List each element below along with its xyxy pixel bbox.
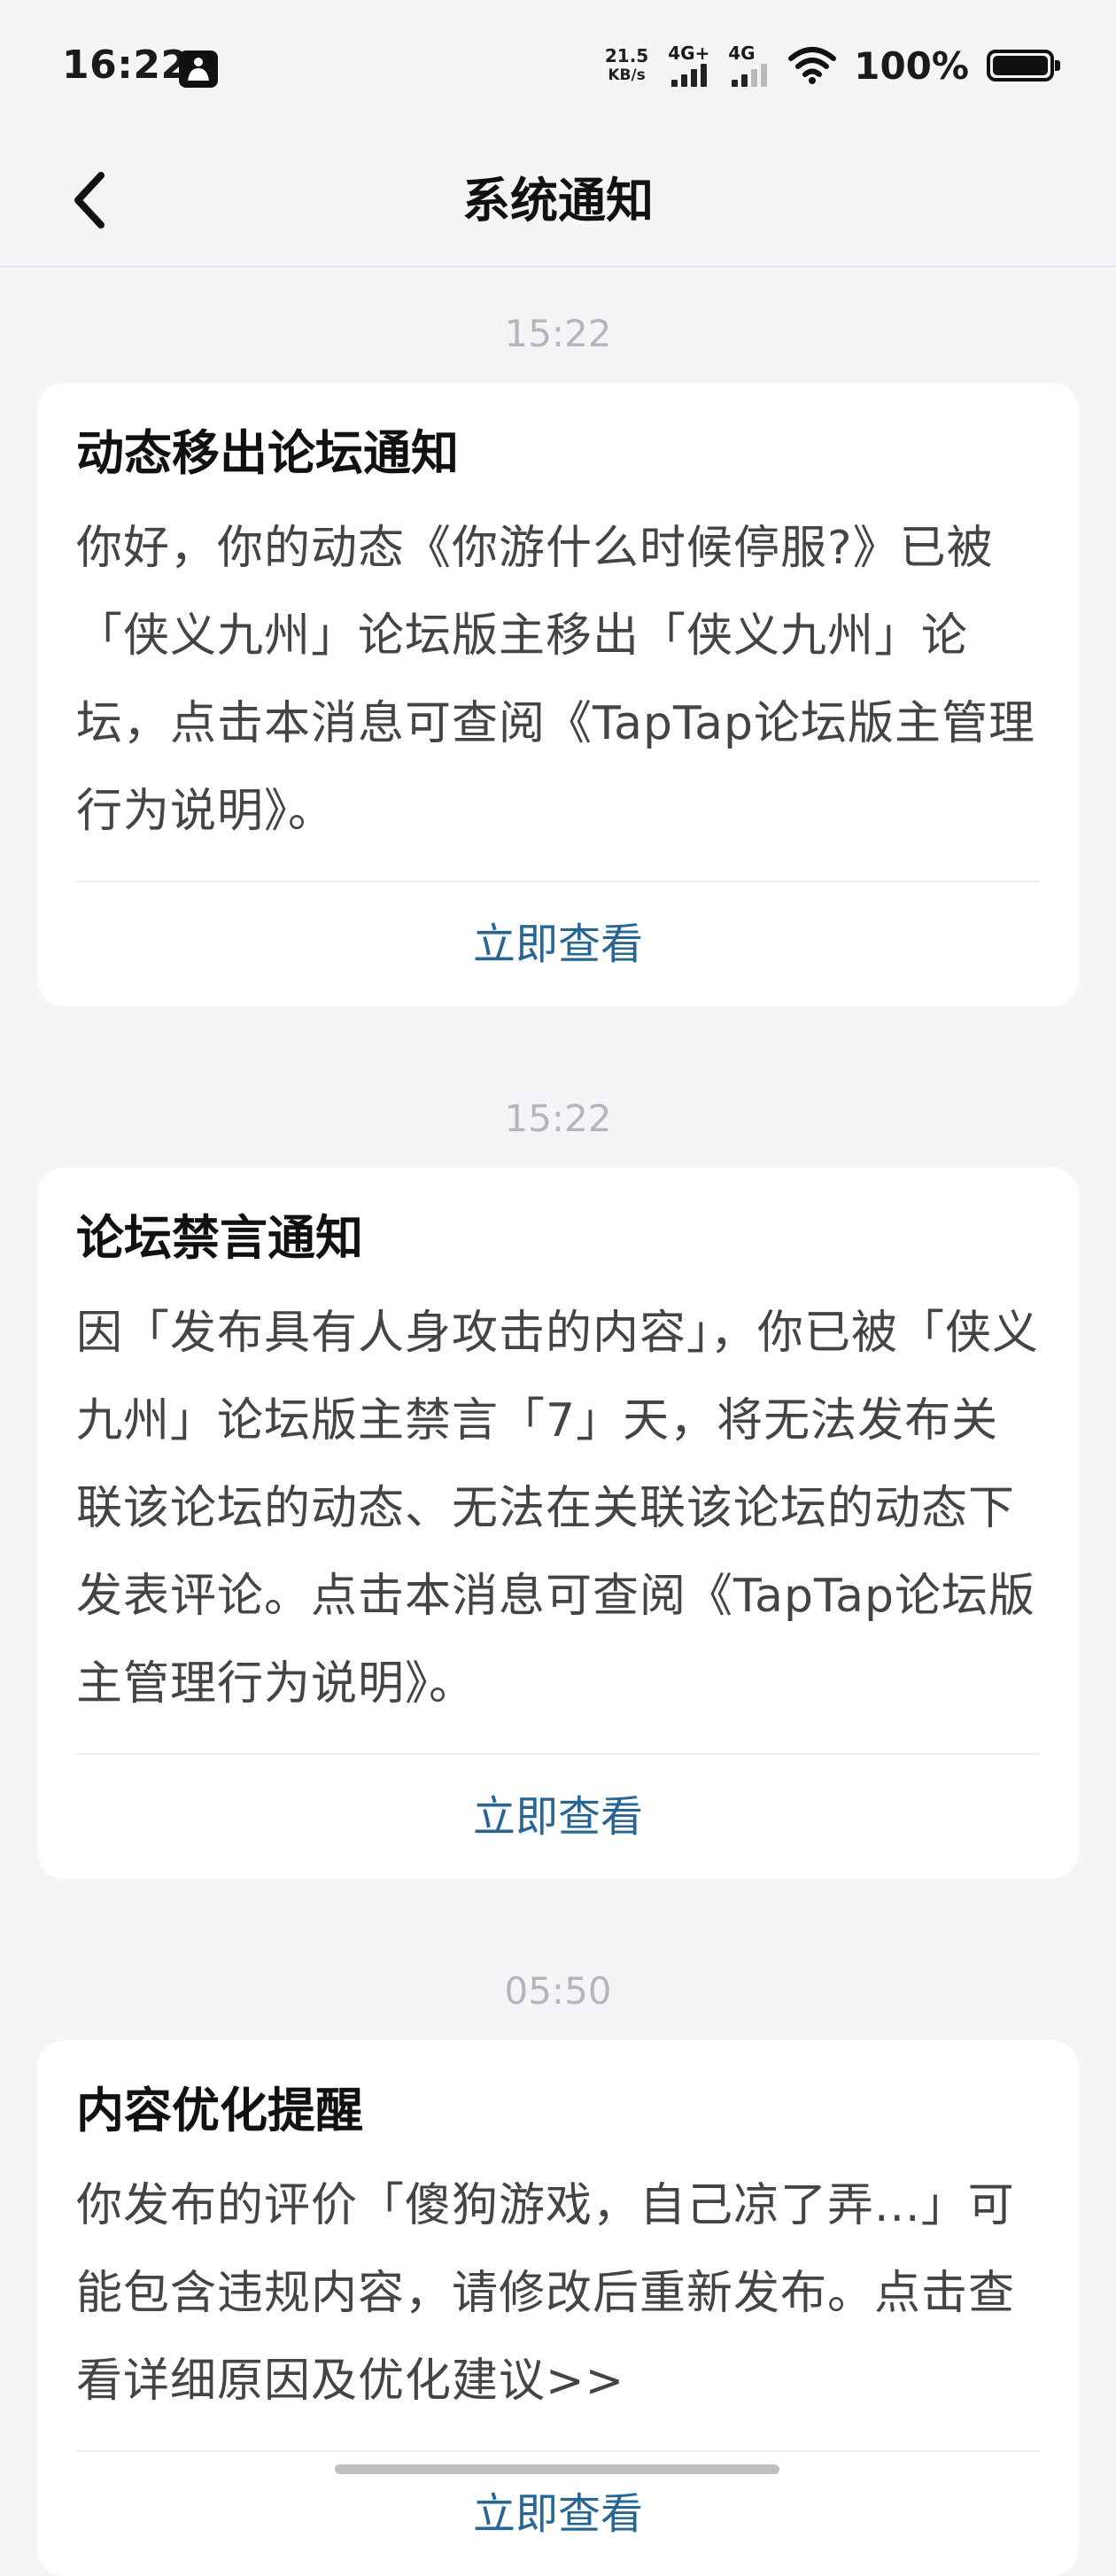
status-icons: 21.5 KB/s 4G+ 4G 100% <box>605 39 1060 92</box>
battery-percent: 100% <box>854 43 969 88</box>
battery-icon <box>987 50 1060 81</box>
notification-time: 15:22 <box>504 1097 612 1140</box>
notification-card[interactable]: 论坛禁言通知 因「发布具有人身攻击的内容」，你已被「侠义九州」论坛版主禁言「7」… <box>37 1168 1079 1879</box>
notification-card[interactable]: 内容优化提醒 你发布的评价「傻狗游戏，自己凉了弄...」可能包含违规内容，请修改… <box>37 2040 1079 2576</box>
network-speed-value: 21.5 <box>604 45 649 66</box>
signal-label-sim2: 4G <box>728 43 756 64</box>
notification-title: 内容优化提醒 <box>76 2083 363 2138</box>
notification-title: 动态移出论坛通知 <box>76 425 459 481</box>
notification-time: 05:50 <box>504 1969 612 2013</box>
network-speed: 21.5 KB/s <box>605 46 648 85</box>
notification-body: 因「发布具有人身攻击的内容」，你已被「侠义九州」论坛版主禁言「7」天，将无法发布… <box>76 1307 1040 1711</box>
notification-body: 你发布的评价「傻狗游戏，自己凉了弄...」可能包含违规内容，请修改后重新发布。点… <box>76 2179 1016 2408</box>
nav-bar: 系统通知 <box>0 133 1116 268</box>
signal-icon-sim1: 4G+ <box>668 43 716 89</box>
notification-card[interactable]: 动态移出论坛通知 你好，你的动态《你游什么时候停服?》已被「侠义九州」论坛版主移… <box>37 383 1079 1006</box>
notification-app-icon <box>179 50 218 88</box>
signal-icon-sim2: 4G <box>728 43 776 89</box>
view-now-button[interactable]: 立即查看 <box>76 882 1040 1006</box>
home-indicator[interactable] <box>335 2464 779 2474</box>
notification-list: 15:22 动态移出论坛通知 你好，你的动态《你游什么时候停服?》已被「侠义九州… <box>0 268 1116 2576</box>
notification-title: 论坛禁言通知 <box>76 1210 363 1266</box>
view-now-button[interactable]: 立即查看 <box>76 1755 1040 1879</box>
network-speed-unit: KB/s <box>608 66 646 84</box>
notification-body: 你好，你的动态《你游什么时候停服?》已被「侠义九州」论坛版主移出「侠义九州」论坛… <box>76 522 1036 838</box>
wifi-icon <box>788 47 837 84</box>
notification-time: 15:22 <box>504 312 612 355</box>
page-title: 系统通知 <box>462 173 654 229</box>
status-bar: 16:22 21.5 KB/s 4G+ 4G 100% <box>0 0 1116 133</box>
status-time: 16:22 <box>62 43 189 88</box>
signal-label-sim1: 4G+ <box>668 43 710 64</box>
